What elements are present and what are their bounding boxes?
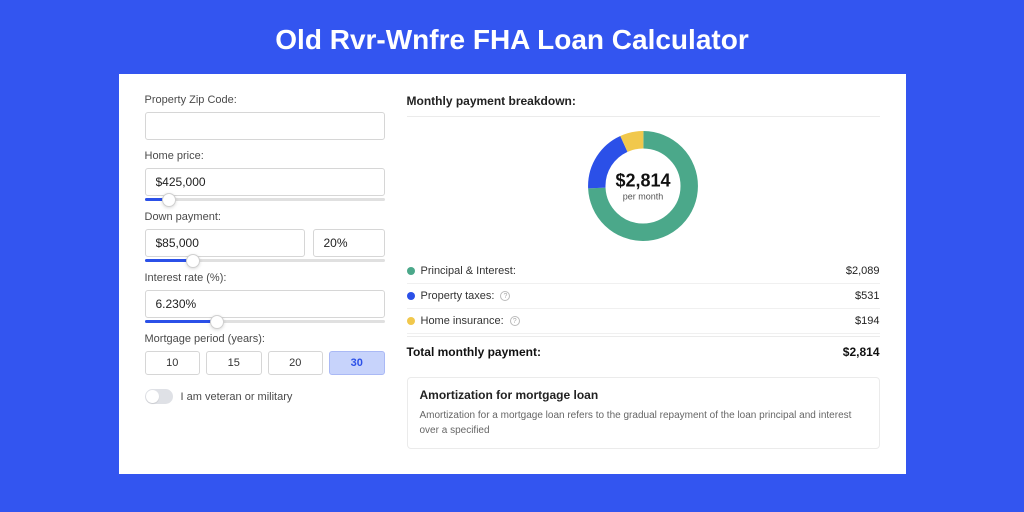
down-payment-field: Down payment: bbox=[145, 211, 385, 262]
home-price-field: Home price: bbox=[145, 150, 385, 201]
amortization-body: Amortization for a mortgage loan refers … bbox=[420, 408, 867, 438]
inputs-panel: Property Zip Code: Home price: Down paym… bbox=[145, 94, 385, 449]
down-payment-slider-thumb[interactable] bbox=[186, 254, 200, 268]
period-field: Mortgage period (years): 10 15 20 30 bbox=[145, 333, 385, 375]
donut-amount: $2,814 bbox=[615, 171, 670, 192]
breakdown-value: $2,089 bbox=[846, 265, 880, 277]
amortization-card: Amortization for mortgage loan Amortizat… bbox=[407, 377, 880, 449]
down-payment-pct-input[interactable] bbox=[313, 229, 385, 257]
interest-slider[interactable] bbox=[145, 320, 385, 323]
breakdown-label: Principal & Interest: bbox=[421, 265, 516, 277]
breakdown-row-principal: Principal & Interest: $2,089 bbox=[407, 259, 880, 284]
breakdown-row-taxes: Property taxes: ? $531 bbox=[407, 284, 880, 309]
interest-label: Interest rate (%): bbox=[145, 272, 385, 284]
calculator-card: Property Zip Code: Home price: Down paym… bbox=[119, 74, 906, 474]
veteran-label: I am veteran or military bbox=[181, 391, 293, 403]
zip-label: Property Zip Code: bbox=[145, 94, 385, 106]
breakdown-divider bbox=[407, 116, 880, 117]
period-btn-10[interactable]: 10 bbox=[145, 351, 201, 375]
veteran-toggle-knob bbox=[146, 390, 159, 403]
donut-sub: per month bbox=[615, 192, 670, 202]
breakdown-total-row: Total monthly payment: $2,814 bbox=[407, 336, 880, 369]
home-price-label: Home price: bbox=[145, 150, 385, 162]
home-price-input[interactable] bbox=[145, 168, 385, 196]
period-button-group: 10 15 20 30 bbox=[145, 351, 385, 375]
period-label: Mortgage period (years): bbox=[145, 333, 385, 345]
period-btn-20[interactable]: 20 bbox=[268, 351, 324, 375]
dot-principal-icon bbox=[407, 267, 415, 275]
breakdown-panel: Monthly payment breakdown: $2,814 per mo… bbox=[407, 94, 880, 449]
veteran-toggle[interactable] bbox=[145, 389, 173, 404]
interest-field: Interest rate (%): bbox=[145, 272, 385, 323]
info-icon[interactable]: ? bbox=[510, 316, 520, 326]
breakdown-label: Home insurance: bbox=[421, 315, 504, 327]
donut-center: $2,814 per month bbox=[615, 171, 670, 202]
total-value: $2,814 bbox=[843, 345, 880, 359]
info-icon[interactable]: ? bbox=[500, 291, 510, 301]
down-payment-slider[interactable] bbox=[145, 259, 385, 262]
total-label: Total monthly payment: bbox=[407, 345, 541, 359]
breakdown-title: Monthly payment breakdown: bbox=[407, 94, 880, 108]
zip-field: Property Zip Code: bbox=[145, 94, 385, 140]
breakdown-value: $194 bbox=[855, 315, 879, 327]
dot-insurance-icon bbox=[407, 317, 415, 325]
donut-chart-wrap: $2,814 per month bbox=[407, 125, 880, 247]
veteran-toggle-row: I am veteran or military bbox=[145, 389, 385, 404]
home-price-slider-thumb[interactable] bbox=[162, 193, 176, 207]
period-btn-15[interactable]: 15 bbox=[206, 351, 262, 375]
down-payment-label: Down payment: bbox=[145, 211, 385, 223]
dot-taxes-icon bbox=[407, 292, 415, 300]
breakdown-label: Property taxes: bbox=[421, 290, 495, 302]
period-btn-30[interactable]: 30 bbox=[329, 351, 385, 375]
amortization-title: Amortization for mortgage loan bbox=[420, 388, 867, 402]
breakdown-row-insurance: Home insurance: ? $194 bbox=[407, 309, 880, 334]
home-price-slider[interactable] bbox=[145, 198, 385, 201]
breakdown-value: $531 bbox=[855, 290, 879, 302]
calculator-container: Property Zip Code: Home price: Down paym… bbox=[119, 74, 906, 474]
page-title: Old Rvr-Wnfre FHA Loan Calculator bbox=[0, 0, 1024, 74]
zip-input[interactable] bbox=[145, 112, 385, 140]
interest-input[interactable] bbox=[145, 290, 385, 318]
interest-slider-thumb[interactable] bbox=[210, 315, 224, 329]
down-payment-input[interactable] bbox=[145, 229, 305, 257]
